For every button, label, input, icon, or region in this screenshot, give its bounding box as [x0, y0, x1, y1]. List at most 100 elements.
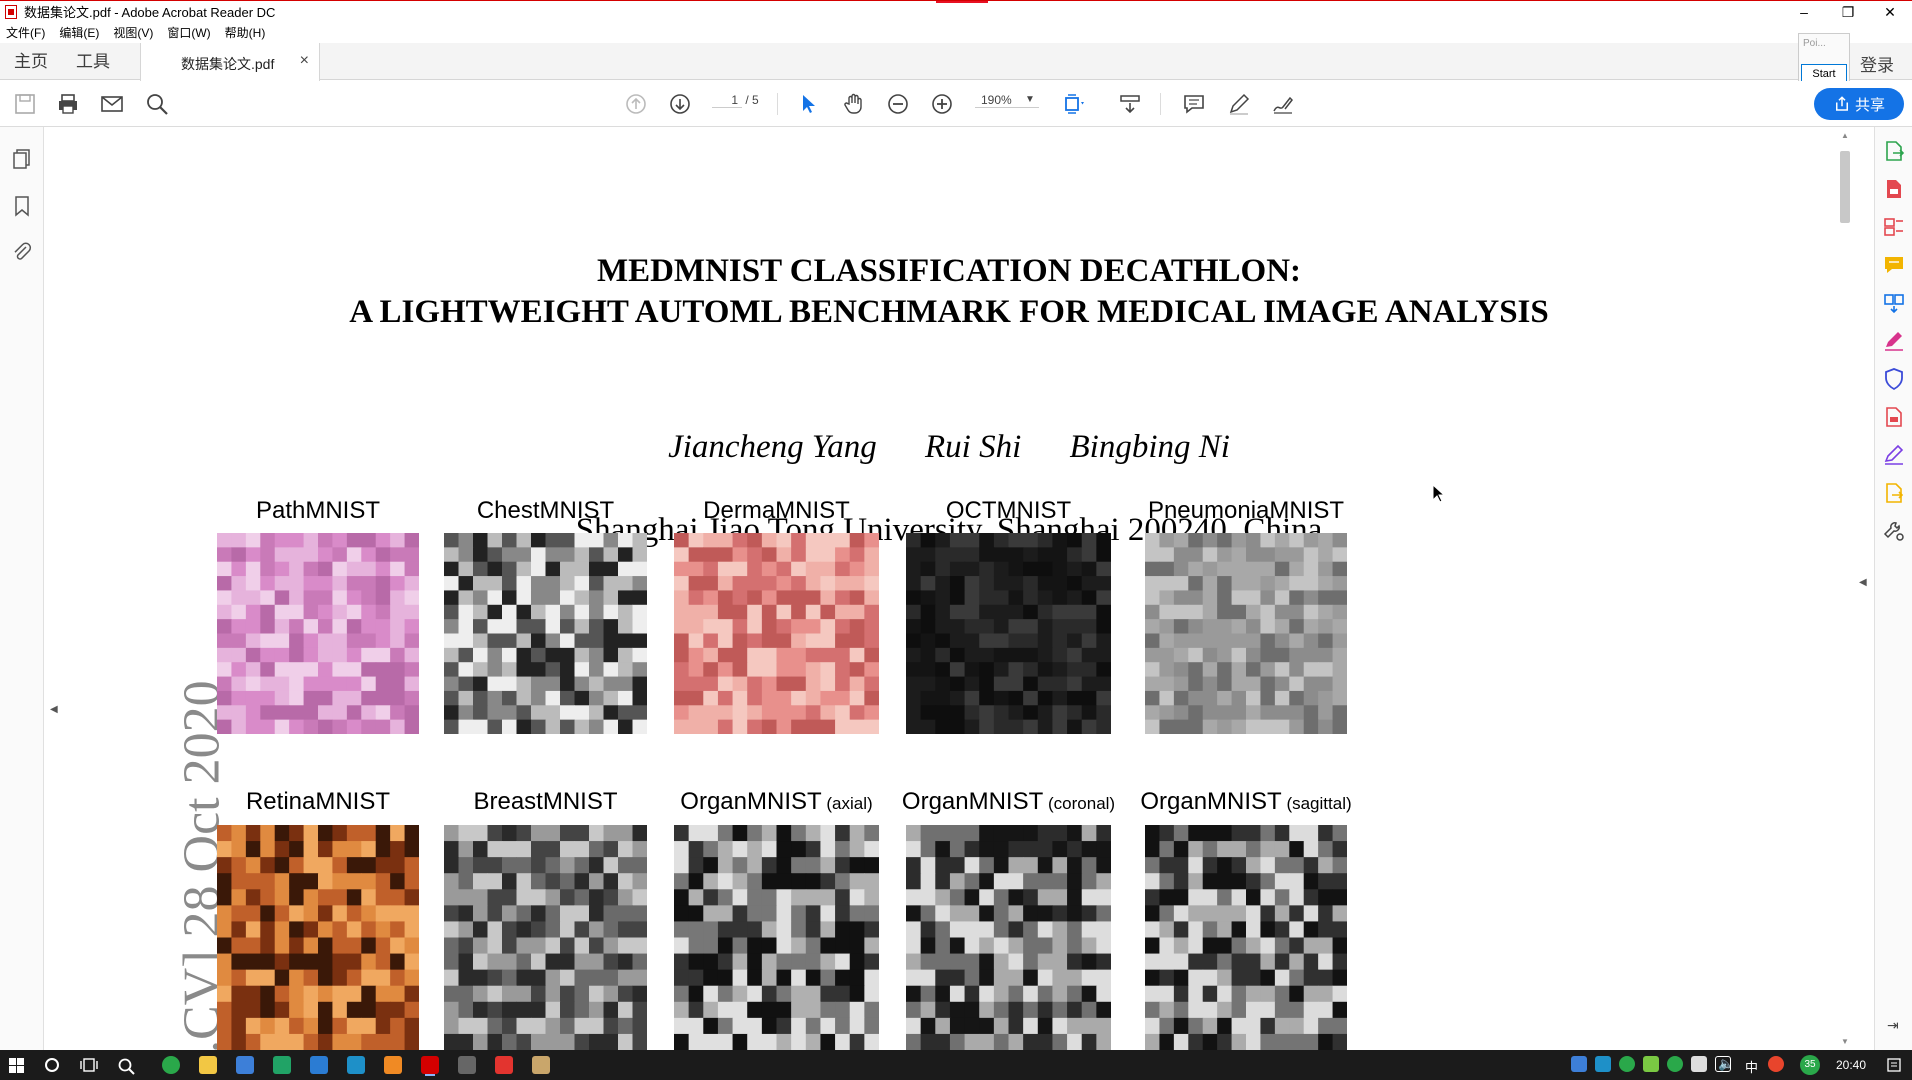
- title-accent-line: [936, 1, 988, 3]
- sign-icon[interactable]: [1269, 90, 1297, 118]
- browser-app-icon[interactable]: [162, 1056, 180, 1074]
- volume-icon[interactable]: 🔈: [1718, 1056, 1734, 1072]
- save-icon[interactable]: [11, 90, 39, 118]
- protect-icon[interactable]: [1882, 367, 1906, 391]
- dataset-sample-mosaic: [906, 533, 1111, 734]
- vertical-scrollbar[interactable]: ▲ ▼: [1836, 127, 1854, 1050]
- more-tools-icon[interactable]: [1882, 519, 1906, 543]
- tray-app-icon[interactable]: [1571, 1056, 1587, 1072]
- dataset-sample-mosaic: [1145, 825, 1347, 1050]
- next-page-icon[interactable]: [666, 90, 694, 118]
- minimize-button[interactable]: –: [1782, 1, 1826, 23]
- select-cursor-icon[interactable]: [795, 90, 823, 118]
- close-tab-button[interactable]: ×: [300, 52, 309, 70]
- action-center-icon[interactable]: [1886, 1057, 1902, 1073]
- app-red-icon[interactable]: [495, 1056, 513, 1074]
- terminal-app-icon[interactable]: [458, 1056, 476, 1074]
- input-method-indicator[interactable]: 中: [1745, 1057, 1758, 1076]
- menu-help[interactable]: 帮助(H): [225, 24, 266, 41]
- window-title: 数据集论文.pdf - Adobe Acrobat Reader DC: [24, 5, 276, 20]
- scroll-down-icon[interactable]: ▼: [1841, 1037, 1849, 1046]
- combine-files-icon[interactable]: [1882, 291, 1906, 315]
- fill-sign-icon[interactable]: [1882, 329, 1906, 353]
- paper-authors: Jiancheng Yang Rui Shi Bingbing Ni: [62, 429, 1836, 466]
- scroll-mode-icon[interactable]: [1116, 90, 1144, 118]
- collapse-tools-pane-icon[interactable]: ⇥: [1887, 1017, 1899, 1034]
- sogou-ime-icon[interactable]: [1768, 1056, 1784, 1072]
- tray-security-icon[interactable]: [1643, 1056, 1659, 1072]
- search-icon[interactable]: [117, 1057, 135, 1075]
- left-navigation-pane: ◀: [0, 127, 58, 1050]
- share-button[interactable]: 共享: [1814, 88, 1904, 120]
- dataset-label: OCTMNIST: [876, 497, 1141, 525]
- file-explorer-icon[interactable]: [199, 1056, 217, 1074]
- tab-tools[interactable]: 工具: [76, 43, 110, 80]
- toolbar-separator: [1160, 93, 1161, 115]
- task-view-icon[interactable]: [80, 1057, 98, 1073]
- zoom-out-icon[interactable]: [884, 90, 912, 118]
- login-link[interactable]: 登录: [1860, 51, 1894, 76]
- menu-file[interactable]: 文件(F): [6, 24, 45, 41]
- dataset-name: BreastMNIST: [473, 788, 618, 815]
- zoom-in-icon[interactable]: [928, 90, 956, 118]
- windows-start-icon[interactable]: [9, 1058, 24, 1073]
- dataset-name: OCTMNIST: [945, 497, 1072, 524]
- title-bar: 数据集论文.pdf - Adobe Acrobat Reader DC – ❐ …: [0, 0, 1912, 22]
- notification-count-badge[interactable]: 35: [1800, 1055, 1820, 1075]
- menu-edit[interactable]: 编辑(E): [59, 24, 99, 41]
- comment-tool-icon[interactable]: [1882, 253, 1906, 277]
- expand-right-pane-icon[interactable]: ◀: [1859, 577, 1867, 588]
- app-document-icon[interactable]: [532, 1056, 550, 1074]
- bookmarks-icon[interactable]: [10, 194, 34, 218]
- hand-tool-icon[interactable]: [840, 90, 868, 118]
- dataset-label: OrganMNIST (axial): [644, 788, 909, 816]
- close-window-button[interactable]: ✕: [1868, 1, 1912, 23]
- dataset-name: ChestMNIST: [476, 497, 615, 524]
- word-app-icon[interactable]: [310, 1056, 328, 1074]
- document-tab-label: 数据集论文.pdf: [181, 56, 275, 72]
- request-signature-icon[interactable]: [1882, 443, 1906, 467]
- toolbar-separator: [777, 93, 778, 115]
- page-thumbnails-icon[interactable]: [10, 147, 34, 171]
- dataset-label: RetinaMNIST: [187, 788, 449, 816]
- mail-app-icon[interactable]: [236, 1056, 254, 1074]
- menu-view[interactable]: 视图(V): [113, 24, 153, 41]
- tray-plus-icon[interactable]: [1667, 1056, 1683, 1072]
- share-label: 共享: [1854, 96, 1885, 114]
- scrollbar-thumb[interactable]: [1840, 151, 1850, 223]
- cloud-app-icon[interactable]: [347, 1056, 365, 1074]
- previous-page-icon[interactable]: [622, 90, 650, 118]
- cortana-icon[interactable]: [44, 1057, 60, 1073]
- tab-document[interactable]: 数据集论文.pdf ×: [140, 43, 320, 81]
- print-icon[interactable]: [54, 90, 82, 118]
- acrobat-app-icon: [5, 4, 17, 19]
- export-pdf-icon[interactable]: [1882, 139, 1906, 163]
- comment-icon[interactable]: [1180, 90, 1208, 118]
- email-icon[interactable]: [98, 90, 126, 118]
- find-icon[interactable]: [143, 90, 171, 118]
- highlight-pen-icon[interactable]: [1225, 90, 1253, 118]
- tray-shield-icon[interactable]: [1691, 1056, 1707, 1072]
- restore-button[interactable]: ❐: [1826, 1, 1870, 23]
- dataset-sample-mosaic: [674, 825, 879, 1050]
- send-for-review-icon[interactable]: [1882, 481, 1906, 505]
- page-fit-icon[interactable]: [1060, 90, 1088, 118]
- page-number-input[interactable]: 1: [712, 93, 742, 108]
- tab-home[interactable]: 主页: [14, 43, 48, 80]
- tray-network-app-icon[interactable]: [1595, 1056, 1611, 1072]
- tray-wechat-icon[interactable]: [1619, 1056, 1635, 1072]
- presentation-app-icon[interactable]: [384, 1056, 402, 1074]
- system-clock: 20:40: [1836, 1058, 1867, 1072]
- spreadsheet-app-icon[interactable]: [273, 1056, 291, 1074]
- edit-pdf-icon[interactable]: [1882, 405, 1906, 429]
- acrobat-taskbar-icon[interactable]: [421, 1056, 439, 1074]
- organize-pages-icon[interactable]: [1882, 215, 1906, 239]
- dataset-sample-mosaic: [444, 533, 647, 734]
- zoom-dropdown-icon[interactable]: ▼: [1025, 94, 1035, 105]
- menu-window[interactable]: 窗口(W): [167, 24, 210, 41]
- attachments-icon[interactable]: [10, 240, 34, 264]
- overlay-widget: Poi... Start: [1798, 33, 1850, 87]
- collapse-left-pane-icon[interactable]: ◀: [50, 704, 58, 715]
- create-pdf-icon[interactable]: [1882, 177, 1906, 201]
- scroll-up-icon[interactable]: ▲: [1841, 131, 1849, 140]
